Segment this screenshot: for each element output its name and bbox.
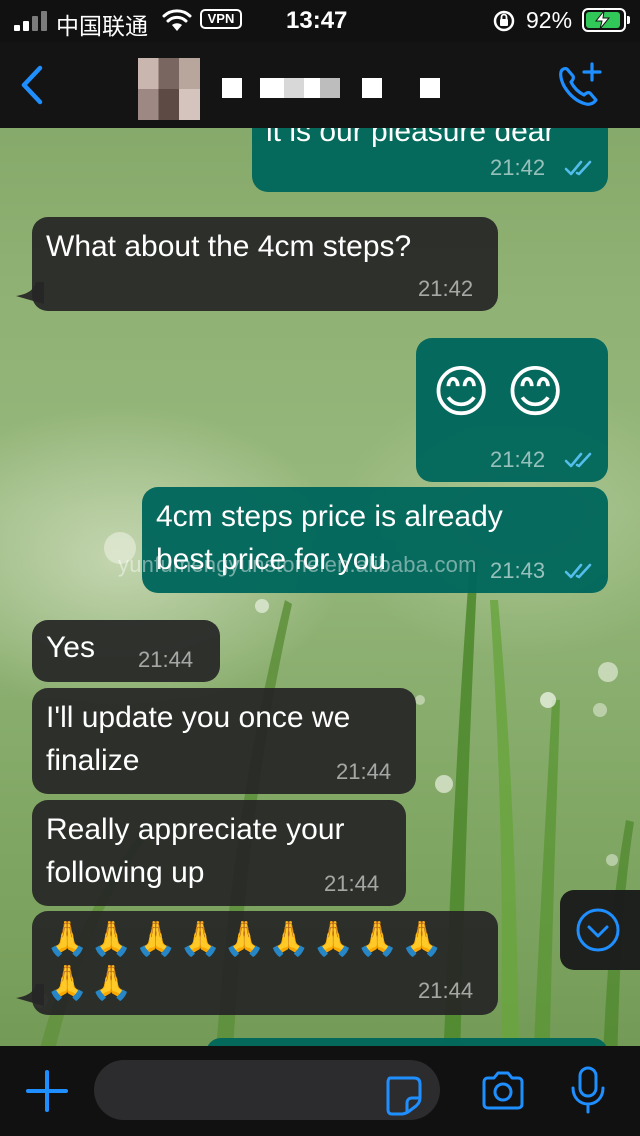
message-time: 21:44 <box>138 647 194 672</box>
message-bubble-incoming[interactable]: Yes 21:44 <box>32 620 220 682</box>
message-emoji: 🙏🙏🙏🙏🙏🙏🙏🙏🙏 🙏🙏 <box>46 920 446 1002</box>
status-clock: 13:47 <box>286 7 348 34</box>
message-time: 21:44 <box>418 978 474 1003</box>
plus-icon[interactable] <box>22 1066 72 1116</box>
message-text: Yes <box>46 631 95 664</box>
phone-plus-icon[interactable] <box>554 60 606 112</box>
message-bubble-incoming[interactable]: I'll update you once we finalize 21:44 <box>32 688 416 794</box>
input-bar <box>0 1046 640 1136</box>
message-bubble-incoming[interactable]: Really appreciate your following up 21:4… <box>32 800 406 906</box>
chevron-down-circle-icon <box>576 908 620 952</box>
vpn-badge: VPN <box>200 9 242 29</box>
sticker-icon[interactable] <box>382 1072 426 1116</box>
bubble-tail <box>16 282 44 304</box>
rotation-lock-icon <box>493 10 515 32</box>
microphone-icon[interactable] <box>568 1064 608 1116</box>
battery-percent: 92% <box>526 7 573 33</box>
avatar[interactable] <box>138 58 200 120</box>
read-ticks-icon <box>564 160 592 176</box>
status-bar: 中国联通 VPN 13:47 92% <box>0 0 640 42</box>
camera-icon[interactable] <box>478 1068 528 1114</box>
message-bubble-incoming[interactable]: 🙏🙏🙏🙏🙏🙏🙏🙏🙏 🙏🙏 21:44 <box>32 911 498 1015</box>
watermark-text: yunfumengyunstonelen.alibaba.com <box>118 552 477 577</box>
contact-name[interactable] <box>222 78 442 98</box>
battery-charging-icon <box>582 8 630 32</box>
chevron-left-icon[interactable] <box>14 62 50 108</box>
carrier-label: 中国联通 <box>56 13 148 39</box>
message-time: 21:42 <box>490 447 546 472</box>
read-ticks-icon <box>564 452 592 468</box>
message-time: 21:42 <box>490 155 546 180</box>
scroll-to-bottom-button[interactable] <box>560 890 640 970</box>
read-ticks-icon <box>564 563 592 579</box>
chat-header-overlay <box>0 42 640 128</box>
message-text: Really appreciate your following up <box>46 813 345 889</box>
message-text: I'll update you once we finalize <box>46 701 351 777</box>
signal-bars-icon <box>14 11 48 31</box>
wifi-icon <box>162 9 192 31</box>
message-time: 21:43 <box>490 558 546 583</box>
message-time: 21:44 <box>336 759 392 784</box>
message-time: 21:42 <box>418 276 474 301</box>
message-time: 21:44 <box>324 871 380 896</box>
message-text: What about the 4cm steps? <box>46 230 412 263</box>
message-bubble-incoming[interactable]: What about the 4cm steps? 21:42 <box>32 217 498 311</box>
message-emoji: 😊 😊 <box>432 360 565 423</box>
bubble-tail <box>16 984 44 1006</box>
message-bubble-outgoing[interactable]: 😊 😊 21:42 <box>416 338 608 482</box>
